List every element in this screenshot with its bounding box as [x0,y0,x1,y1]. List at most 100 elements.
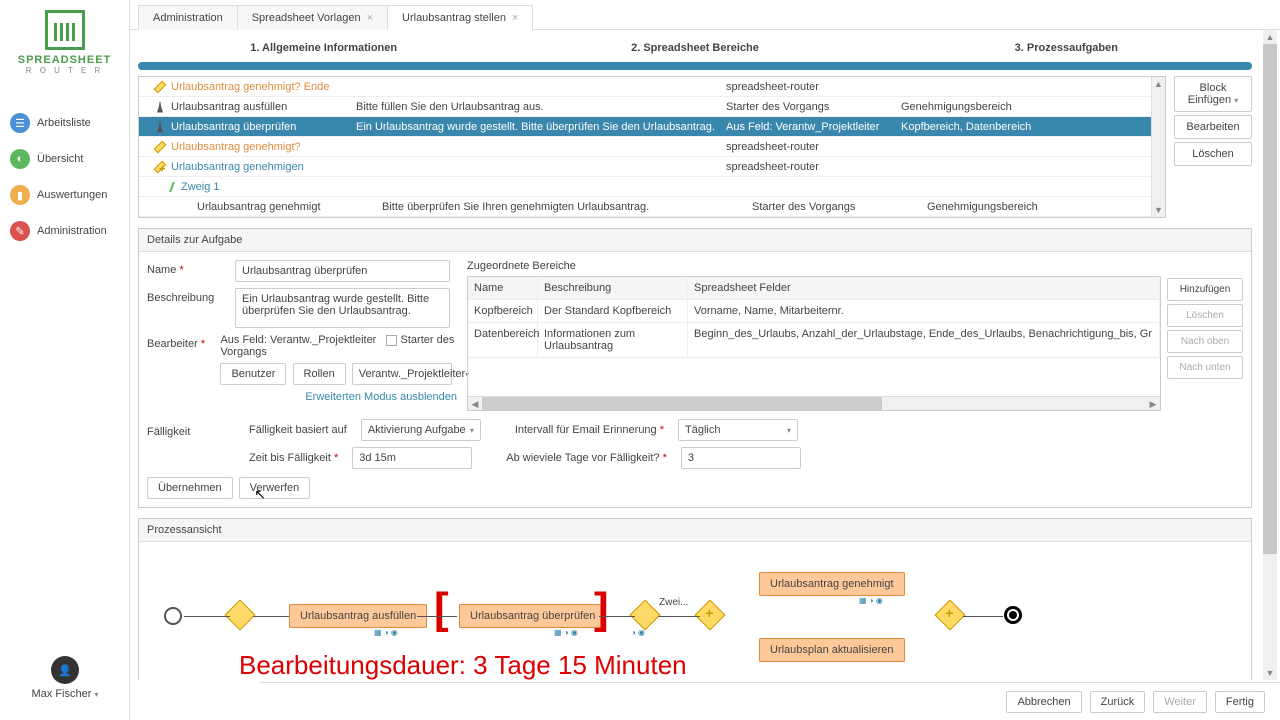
zeit-label: Zeit bis Fälligkeit [249,452,331,464]
table-row[interactable]: Datenbereich Informationen zum Urlaubsan… [468,323,1160,358]
loeschen-button[interactable]: Löschen [1174,142,1252,166]
row-desc: Bitte füllen Sie den Urlaubsantrag aus. [356,101,544,113]
nav-auswertungen[interactable]: ▮Auswertungen [0,177,129,213]
flow-line [658,616,700,617]
select-value: Aktivierung Aufgabe [368,424,466,436]
zeit-input[interactable] [352,447,472,469]
beschreibung-textarea[interactable]: Ein Urlaubsantrag wurde gestellt. Bitte … [235,288,450,328]
table-row[interactable]: Urlaubsantrag ausfüllen Bitte füllen Sie … [139,97,1165,117]
weiter-button[interactable]: Weiter [1153,691,1207,713]
brand-sub: R O U T E R [8,66,121,75]
scrollbar-vertical[interactable]: ▲ ▼ [1151,77,1165,217]
tage-input[interactable] [681,447,801,469]
table-row[interactable]: Zweig 1 [139,177,1165,197]
nav-administration[interactable]: ✎Administration [0,213,129,249]
process-view-panel: Prozessansicht Urlaubsantrag ausfüllen ▦… [138,518,1252,680]
tage-label: Ab wieviele Tage vor Fälligkeit? [506,452,659,464]
row-name: Urlaubsantrag ausfüllen [171,101,287,113]
table-row[interactable]: Urlaubsantrag genehmigenspreadsheet-rout… [139,157,1165,177]
close-icon[interactable]: × [367,12,373,24]
starter-checkbox[interactable] [386,335,397,346]
cell: Beginn_des_Urlaubs, Anzahl_der_Urlaubsta… [688,323,1160,357]
details-header: Details zur Aufgabe [139,229,1251,252]
step-3[interactable]: 3. Prozessaufgaben [881,42,1252,58]
task-node-ausfuellen[interactable]: Urlaubsantrag ausfüllen [289,604,427,628]
gateway-icon[interactable] [224,599,255,630]
grid-side-buttons: Block Einfügen ▾ Bearbeiten Löschen [1174,76,1252,218]
scroll-down-icon[interactable]: ▼ [1263,666,1277,680]
start-event-icon[interactable] [164,607,182,625]
table-row[interactable]: Kopfbereich Der Standard Kopfbereich Vor… [468,300,1160,323]
erweitert-link[interactable]: Erweiterten Modus ausblenden [305,391,457,403]
zurueck-button[interactable]: Zurück [1090,691,1146,713]
uebernehmen-button[interactable]: Übernehmen [147,477,233,499]
intervall-label: Intervall für Email Erinnerung [515,424,657,436]
scroll-thumb[interactable] [482,397,882,410]
basiert-select[interactable]: Aktivierung Aufgabe▾ [361,419,481,441]
bearbeiten-button[interactable]: Bearbeiten [1174,115,1252,139]
scroll-down-icon[interactable]: ▼ [1152,203,1165,217]
block-einfuegen-button[interactable]: Block Einfügen ▾ [1174,76,1252,112]
row-name: Zweig 1 [181,181,220,193]
nav-label: Auswertungen [37,189,107,201]
aus-feld-text: Aus Feld: Verantw._Projektleiter [220,334,376,346]
tab-urlaubsantrag-stellen[interactable]: Urlaubsantrag stellen× [387,5,533,30]
scroll-right-icon[interactable]: ▶ [1146,397,1160,411]
name-input[interactable] [235,260,450,282]
row-assignee: spreadsheet-router [726,161,819,173]
table-row[interactable]: Urlaubsantrag überprüfenEin Urlaubsantra… [139,117,1165,137]
nach-unten-button[interactable]: Nach unten [1167,356,1243,379]
table-row[interactable]: Urlaubsantrag genehmigt?spreadsheet-rout… [139,137,1165,157]
table-row[interactable]: Urlaubsantrag genehmigtBitte überprüfen … [139,197,1165,217]
bearbeiter-label: Bearbeiter [147,338,198,350]
bearbeiter-select[interactable]: Verantw._Projektleiter▾ [352,363,452,385]
scroll-left-icon[interactable]: ◀ [468,397,482,411]
tab-bar: Administration Spreadsheet Vorlagen× Url… [130,0,1280,30]
nach-oben-button[interactable]: Nach oben [1167,330,1243,353]
row-name: Urlaubsantrag genehmigt? Ende [171,81,329,93]
table-row[interactable]: Urlaubsantrag genehmigt? Endespreadsheet… [139,77,1165,97]
hinzufuegen-button[interactable]: Hinzufügen [1167,278,1243,301]
sidebar: SPREADSHEET R O U T E R ☰Arbeitsliste ◐Ü… [0,0,130,720]
close-icon[interactable]: × [512,12,518,24]
gateway-icon[interactable] [629,599,660,630]
task-tree-grid[interactable]: Urlaubsantrag genehmigt? Ende spreadsheet… [138,76,1166,218]
person-icon [157,121,163,133]
end-event-icon[interactable] [1004,606,1022,624]
parallel-gateway-icon[interactable] [694,599,725,630]
beschreibung-label: Beschreibung [147,288,235,304]
assoc-table[interactable]: Name Beschreibung Spreadsheet Felder Kop… [467,276,1161,411]
step-1[interactable]: 1. Allgemeine Informationen [138,42,509,58]
intervall-select[interactable]: Täglich▾ [678,419,798,441]
tab-spreadsheet-vorlagen[interactable]: Spreadsheet Vorlagen× [237,5,388,30]
abbrechen-button[interactable]: Abbrechen [1006,691,1081,713]
row-area: Genehmigungsbereich [927,201,1038,213]
benutzer-button[interactable]: Benutzer [220,363,286,385]
task-node-genehmigt[interactable]: Urlaubsantrag genehmigt [759,572,905,596]
select-value: Verantw._Projektleiter [359,368,465,380]
outer-scrollbar[interactable]: ▲ ▼ [1263,30,1277,680]
scroll-up-icon[interactable]: ▲ [1263,30,1277,44]
process-canvas[interactable]: Urlaubsantrag ausfüllen ▦ ◑ ◉ [ Urlaubsa… [139,542,1251,680]
loeschen-assoc-button[interactable]: Löschen [1167,304,1243,327]
tab-administration[interactable]: Administration [138,5,238,30]
row-area: Genehmigungsbereich [901,101,1012,113]
user-panel[interactable]: 👤 Max Fischer ▾ [0,656,130,700]
scroll-up-icon[interactable]: ▲ [1152,77,1165,91]
parallel-gateway-icon [154,160,167,173]
nav-uebersicht[interactable]: ◐Übersicht [0,141,129,177]
logo-icon [45,10,85,50]
fertig-button[interactable]: Fertig [1215,691,1265,713]
task-node-aktualisieren[interactable]: Urlaubsplan aktualisieren [759,638,905,662]
step-2[interactable]: 2. Spreadsheet Bereiche [509,42,880,58]
flow-line [417,616,457,617]
nav-label: Übersicht [37,153,83,165]
parallel-gateway-icon[interactable] [934,599,965,630]
verwerfen-button[interactable]: Verwerfen [239,477,311,499]
scroll-thumb[interactable] [1263,44,1277,554]
rollen-button[interactable]: Rollen [293,363,346,385]
nav-arbeitsliste[interactable]: ☰Arbeitsliste [0,105,129,141]
list-icon: ☰ [10,113,30,133]
scrollbar-horizontal[interactable]: ◀▶ [468,396,1160,410]
task-node-ueberpruefen[interactable]: Urlaubsantrag überprüfen [459,604,606,628]
